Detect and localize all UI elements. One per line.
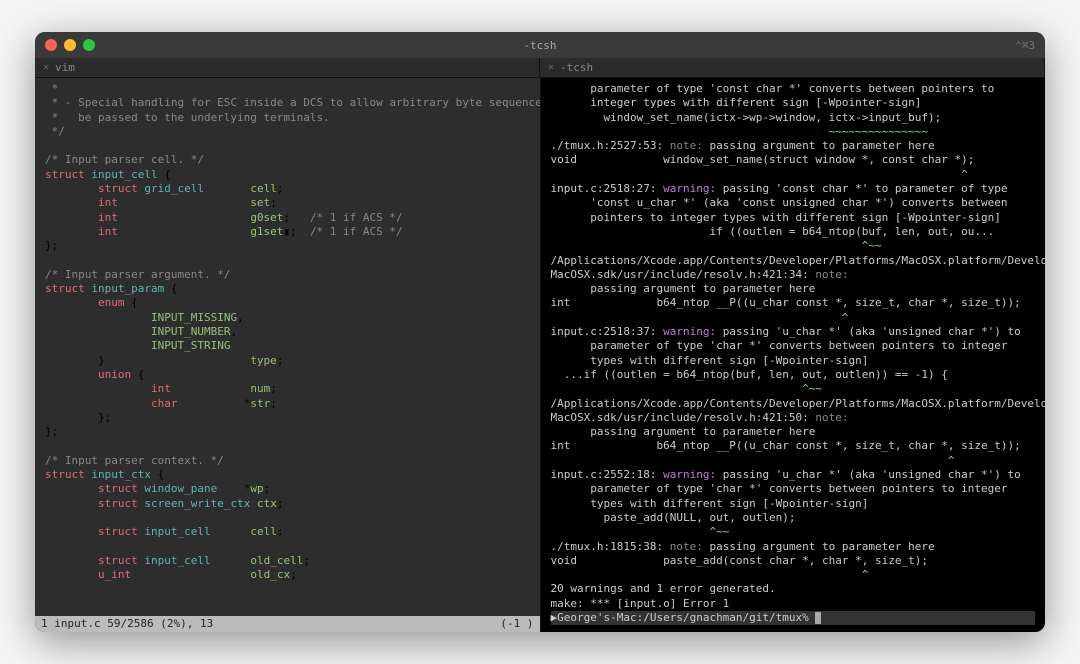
vim-content[interactable]: * * - Special handling for ESC inside a … <box>35 78 540 616</box>
shell-content[interactable]: parameter of type 'const char *' convert… <box>541 78 1046 632</box>
tab-tcsh[interactable]: ✕ -tcsh <box>540 58 1045 77</box>
traffic-lights <box>45 39 95 51</box>
minimize-icon[interactable] <box>64 39 76 51</box>
status-left: 1 input.c 59/2586 (2%), 13 <box>41 617 213 631</box>
split-panes: * * - Special handling for ESC inside a … <box>35 78 1045 632</box>
cursor-icon <box>815 612 821 624</box>
shell-prompt[interactable]: ▶George's-Mac:/Users/gnachman/git/tmux% <box>551 611 1036 625</box>
titlebar[interactable]: -tcsh ⌃⌘3 <box>35 32 1045 58</box>
tab-bar: ✕ vim ✕ -tcsh <box>35 58 1045 78</box>
window-title: -tcsh <box>523 39 556 52</box>
close-tab-icon[interactable]: ✕ <box>43 62 49 73</box>
vim-pane[interactable]: * * - Special handling for ESC inside a … <box>35 78 541 632</box>
tab-vim[interactable]: ✕ vim <box>35 58 540 77</box>
tab-label: -tcsh <box>560 61 593 74</box>
zoom-icon[interactable] <box>83 39 95 51</box>
terminal-window: -tcsh ⌃⌘3 ✕ vim ✕ -tcsh * * - Special ha… <box>35 32 1045 632</box>
tab-label: vim <box>55 61 75 74</box>
window-badge: ⌃⌘3 <box>1015 39 1035 52</box>
status-right: (-1 ) <box>500 617 533 631</box>
vim-status-line: 1 input.c 59/2586 (2%), 13 (-1 ) <box>35 616 540 632</box>
close-tab-icon[interactable]: ✕ <box>548 62 554 73</box>
close-icon[interactable] <box>45 39 57 51</box>
shell-pane[interactable]: parameter of type 'const char *' convert… <box>541 78 1046 632</box>
